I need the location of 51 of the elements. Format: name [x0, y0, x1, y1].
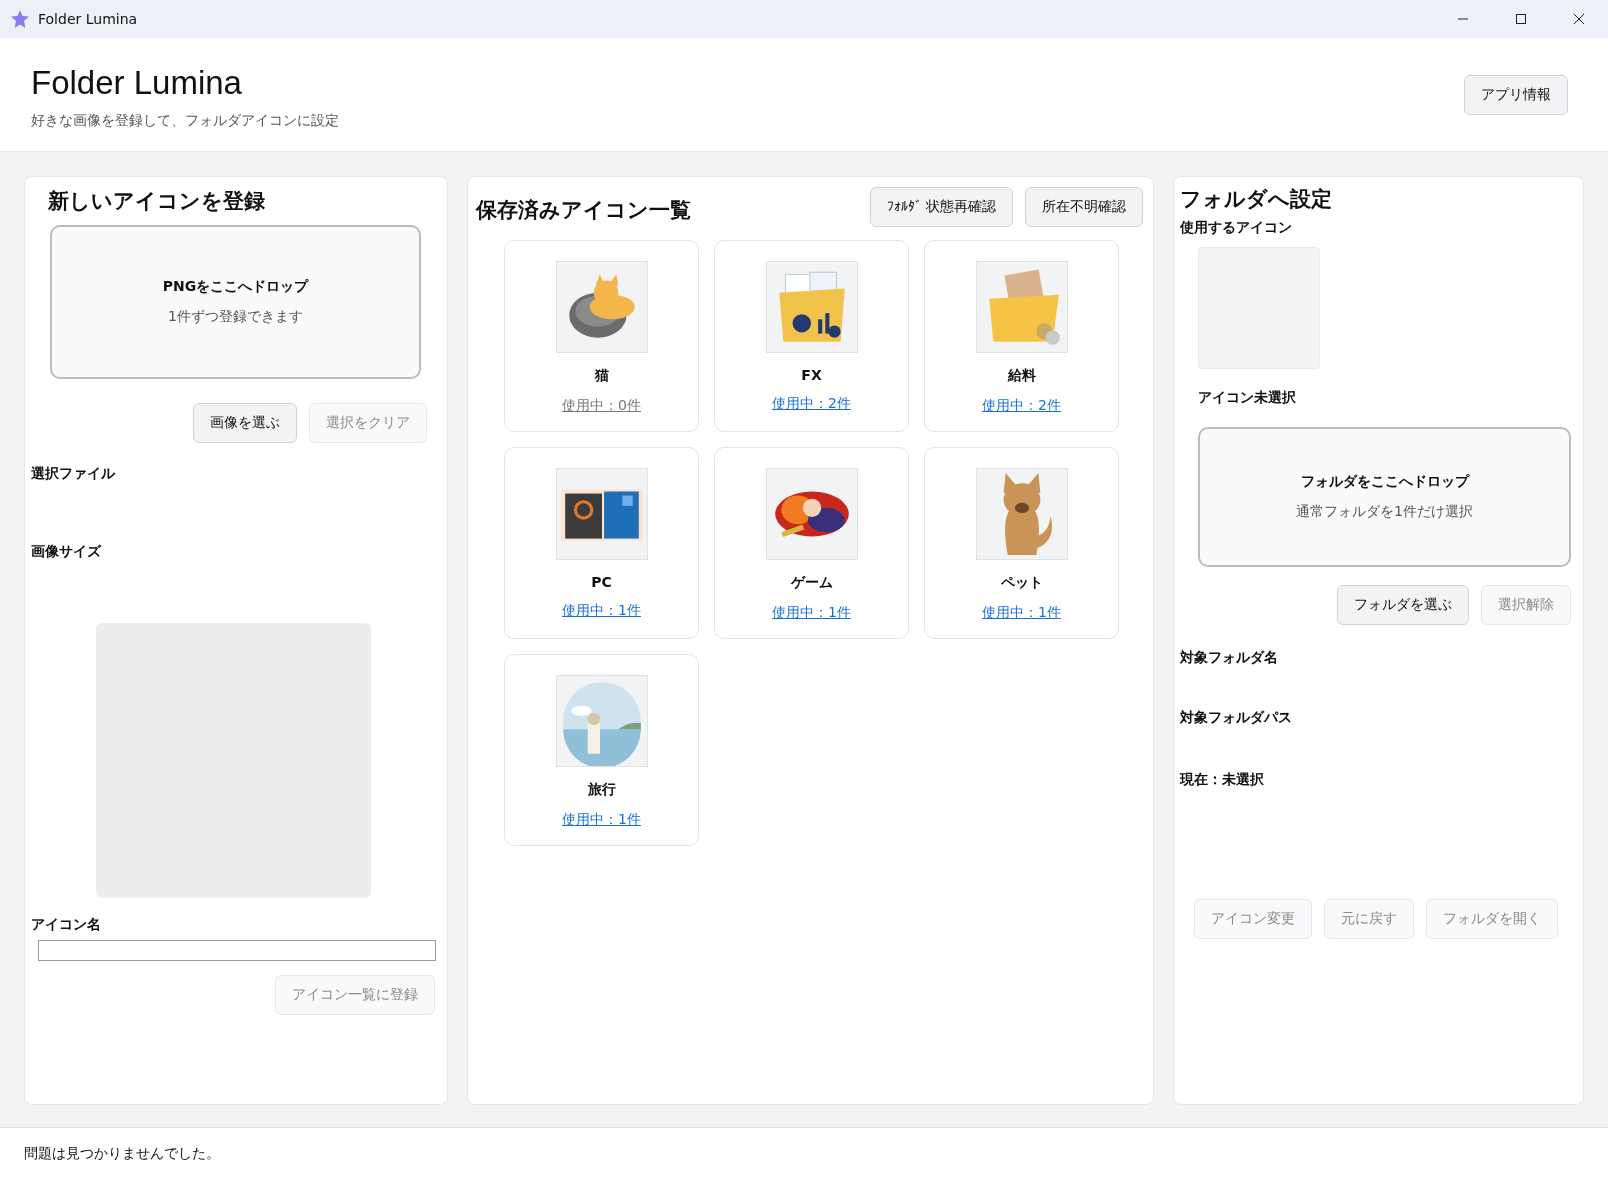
field-label: 画像サイズ — [31, 543, 103, 561]
icon-status: アイコン未選択 — [1198, 389, 1297, 407]
field-label: 対象フォルダ名 — [1180, 649, 1279, 667]
icon-name: FX — [801, 367, 822, 383]
field-label: 選択ファイル — [31, 465, 116, 483]
choose-image-button[interactable]: 画像を選ぶ — [193, 403, 297, 443]
icon-card[interactable]: PC 使用中：1件 — [504, 447, 699, 639]
icon-name: ペット — [1000, 574, 1043, 592]
usage-link[interactable]: 使用中：2件 — [982, 397, 1061, 415]
icon-card[interactable]: FX 使用中：2件 — [714, 240, 909, 432]
field-label: アイコン名 — [31, 916, 102, 934]
panel-title: フォルダへ設定 — [1180, 186, 1333, 213]
icon-name-field[interactable] — [38, 940, 436, 961]
icon-name: PC — [591, 574, 612, 590]
icon-name: 旅行 — [587, 781, 616, 799]
app-title: Folder Lumina — [31, 64, 243, 102]
icon-name: ゲーム — [790, 574, 833, 592]
field-label: 使用するアイコン — [1180, 219, 1293, 237]
panel-title: 保存済みアイコン一覧 — [476, 197, 691, 224]
icon-card[interactable]: ゲーム 使用中：1件 — [714, 447, 909, 639]
field-label: 対象フォルダパス — [1180, 709, 1293, 727]
current-folder: 現在：未選択 — [1180, 771, 1265, 789]
close-icon[interactable] — [1573, 13, 1585, 25]
icon-card[interactable]: 給料 使用中：2件 — [924, 240, 1119, 432]
drop-zone[interactable]: PNGをここへドロップ 1件ずつ登録できます — [50, 225, 421, 379]
icon-name: 猫 — [594, 367, 609, 385]
choose-folder-button[interactable]: フォルダを選ぶ — [1337, 585, 1469, 625]
usage-link[interactable]: 使用中：1件 — [772, 604, 851, 622]
status-message: 問題は見つかりませんでした。 — [24, 1145, 220, 1163]
usage-link[interactable]: 使用中：1件 — [562, 602, 641, 620]
icon-card[interactable]: ペット 使用中：1件 — [924, 447, 1119, 639]
drop-hint: 1件ずつ登録できます — [168, 308, 303, 326]
usage-link[interactable]: 使用中：0件 — [562, 397, 641, 415]
icon-card[interactable]: 猫 使用中：0件 — [504, 240, 699, 432]
star-icon — [10, 9, 30, 29]
about-button[interactable]: アプリ情報 — [1464, 75, 1568, 115]
drop-zone[interactable]: フォルダをここへドロップ 通常フォルダを1件だけ選択 — [1198, 427, 1571, 567]
drop-hint: 通常フォルダを1件だけ選択 — [1296, 503, 1473, 521]
icon-card[interactable]: 旅行 使用中：1件 — [504, 654, 699, 846]
missing-check-button[interactable]: 所在不明確認 — [1025, 187, 1143, 227]
window-title: Folder Lumina — [38, 11, 138, 27]
usage-link[interactable]: 使用中：2件 — [772, 395, 851, 413]
maximize-icon[interactable] — [1515, 13, 1527, 25]
recheck-button[interactable]: ﾌｫﾙﾀﾞ 状態再確認 — [869, 187, 1013, 227]
icon-name: 給料 — [1007, 367, 1036, 385]
app-subtitle: 好きな画像を登録して、フォルダアイコンに設定 — [31, 112, 339, 130]
usage-link[interactable]: 使用中：1件 — [982, 604, 1061, 622]
drop-title: フォルダをここへドロップ — [1300, 473, 1469, 491]
panel-title: 新しいアイコンを登録 — [48, 188, 266, 215]
drop-title: PNGをここへドロップ — [162, 278, 309, 296]
usage-link[interactable]: 使用中：1件 — [562, 811, 641, 829]
